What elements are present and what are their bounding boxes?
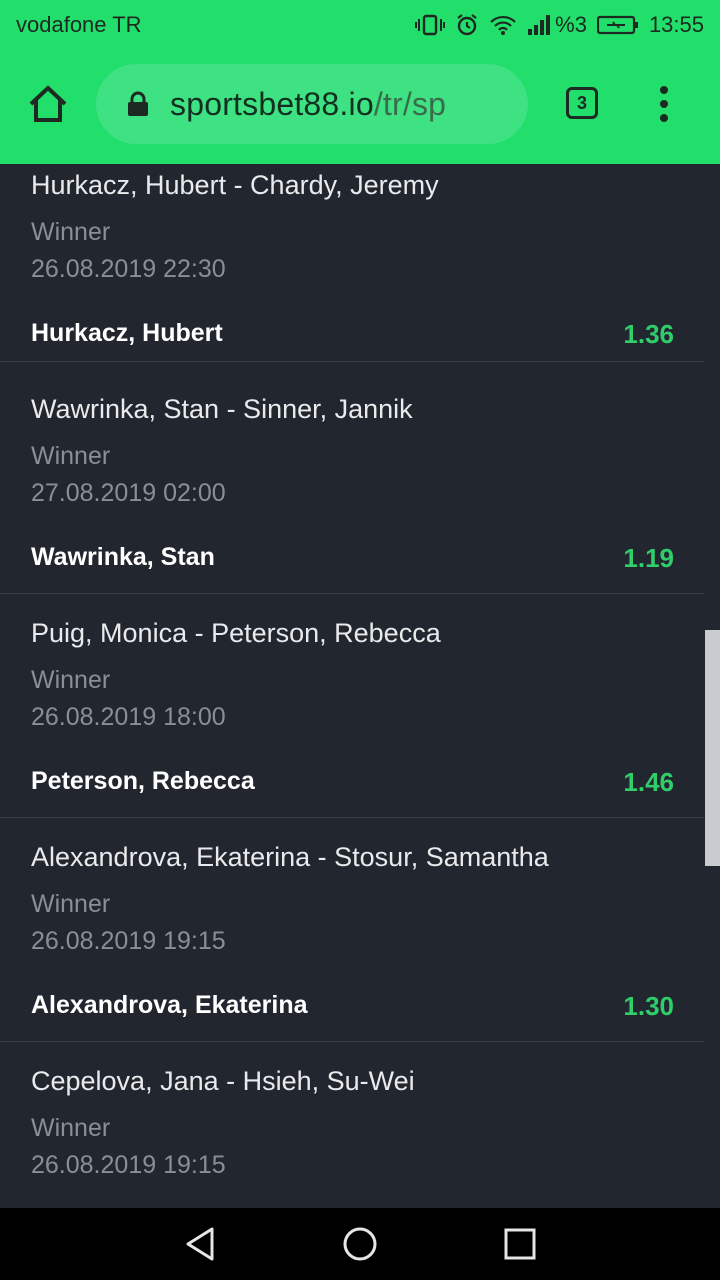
event-pick: Hurkacz, Hubert	[31, 319, 223, 347]
event-card[interactable]: Alexandrova, Ekaterina - Stosur, Samanth…	[0, 818, 704, 1042]
event-title: Puig, Monica - Peterson, Rebecca	[31, 618, 441, 648]
carrier-name: vodafone TR	[16, 12, 142, 37]
vibrate-icon	[415, 14, 446, 36]
url-path: /tr/sp	[373, 85, 447, 122]
lock-icon	[128, 91, 148, 116]
event-card[interactable]: Cepelova, Jana - Hsieh, Su-Wei Winner 26…	[0, 1042, 704, 1208]
event-pick: Wawrinka, Stan	[31, 543, 215, 571]
event-market: Winner	[31, 666, 111, 694]
menu-dot-icon	[660, 100, 668, 108]
event-date: 27.08.2019 02:00	[31, 479, 226, 507]
event-card[interactable]: Wawrinka, Stan - Sinner, Jannik Winner 2…	[0, 370, 704, 594]
event-title: Hurkacz, Hubert - Chardy, Jeremy	[31, 170, 439, 200]
browser-toolbar: sportsbet88.io/tr/sp 3	[0, 50, 720, 164]
event-card[interactable]: Puig, Monica - Peterson, Rebecca Winner …	[0, 594, 704, 818]
menu-dot-icon	[660, 114, 668, 122]
system-nav-bar	[0, 1208, 720, 1280]
clock-time: 13:55	[648, 12, 704, 37]
recents-icon[interactable]	[500, 1224, 540, 1264]
scrollbar-thumb[interactable]	[705, 630, 720, 866]
url-host: sportsbet88.io	[170, 85, 374, 122]
overflow-menu-button[interactable]	[652, 86, 676, 126]
status-bar: vodafone TR %3 13:55	[0, 0, 720, 50]
event-market: Winner	[31, 1114, 111, 1142]
tab-switcher-button[interactable]: 3	[566, 87, 598, 119]
odds-button[interactable]: 1.36	[623, 319, 674, 350]
url-text: sportsbet88.io/tr/sp	[170, 86, 446, 123]
event-market: Winner	[31, 890, 111, 918]
tab-count: 3	[576, 92, 587, 113]
home-button[interactable]	[26, 83, 70, 127]
event-market: Winner	[31, 442, 111, 470]
event-title: Alexandrova, Ekaterina - Stosur, Samanth…	[31, 842, 549, 872]
event-date: 26.08.2019 19:15	[31, 1151, 226, 1179]
event-date: 26.08.2019 22:30	[31, 255, 226, 283]
events-list: Hurkacz, Hubert - Chardy, Jeremy Winner …	[0, 164, 720, 1208]
event-card[interactable]: Hurkacz, Hubert - Chardy, Jeremy Winner …	[0, 164, 704, 362]
event-date: 26.08.2019 18:00	[31, 703, 226, 731]
home-icon	[29, 85, 67, 122]
battery-charging-icon	[596, 14, 639, 36]
odds-button[interactable]: 1.46	[623, 767, 674, 798]
url-bar[interactable]: sportsbet88.io/tr/sp	[96, 64, 528, 144]
event-pick: Peterson, Rebecca	[31, 767, 255, 795]
odds-button[interactable]: 1.19	[623, 543, 674, 574]
back-icon[interactable]	[180, 1224, 220, 1264]
odds-button[interactable]: 1.30	[623, 991, 674, 1022]
event-date: 26.08.2019 19:15	[31, 927, 226, 955]
battery-percent: %3	[555, 12, 587, 37]
event-pick: Alexandrova, Ekaterina	[31, 991, 308, 1019]
event-market: Winner	[31, 218, 111, 246]
event-title: Wawrinka, Stan - Sinner, Jannik	[31, 394, 413, 424]
alarm-icon	[455, 13, 479, 37]
signal-icon	[527, 14, 553, 36]
wifi-icon	[489, 14, 517, 36]
event-title: Cepelova, Jana - Hsieh, Su-Wei	[31, 1066, 415, 1096]
home-nav-icon[interactable]	[340, 1224, 380, 1264]
menu-dot-icon	[660, 86, 668, 94]
